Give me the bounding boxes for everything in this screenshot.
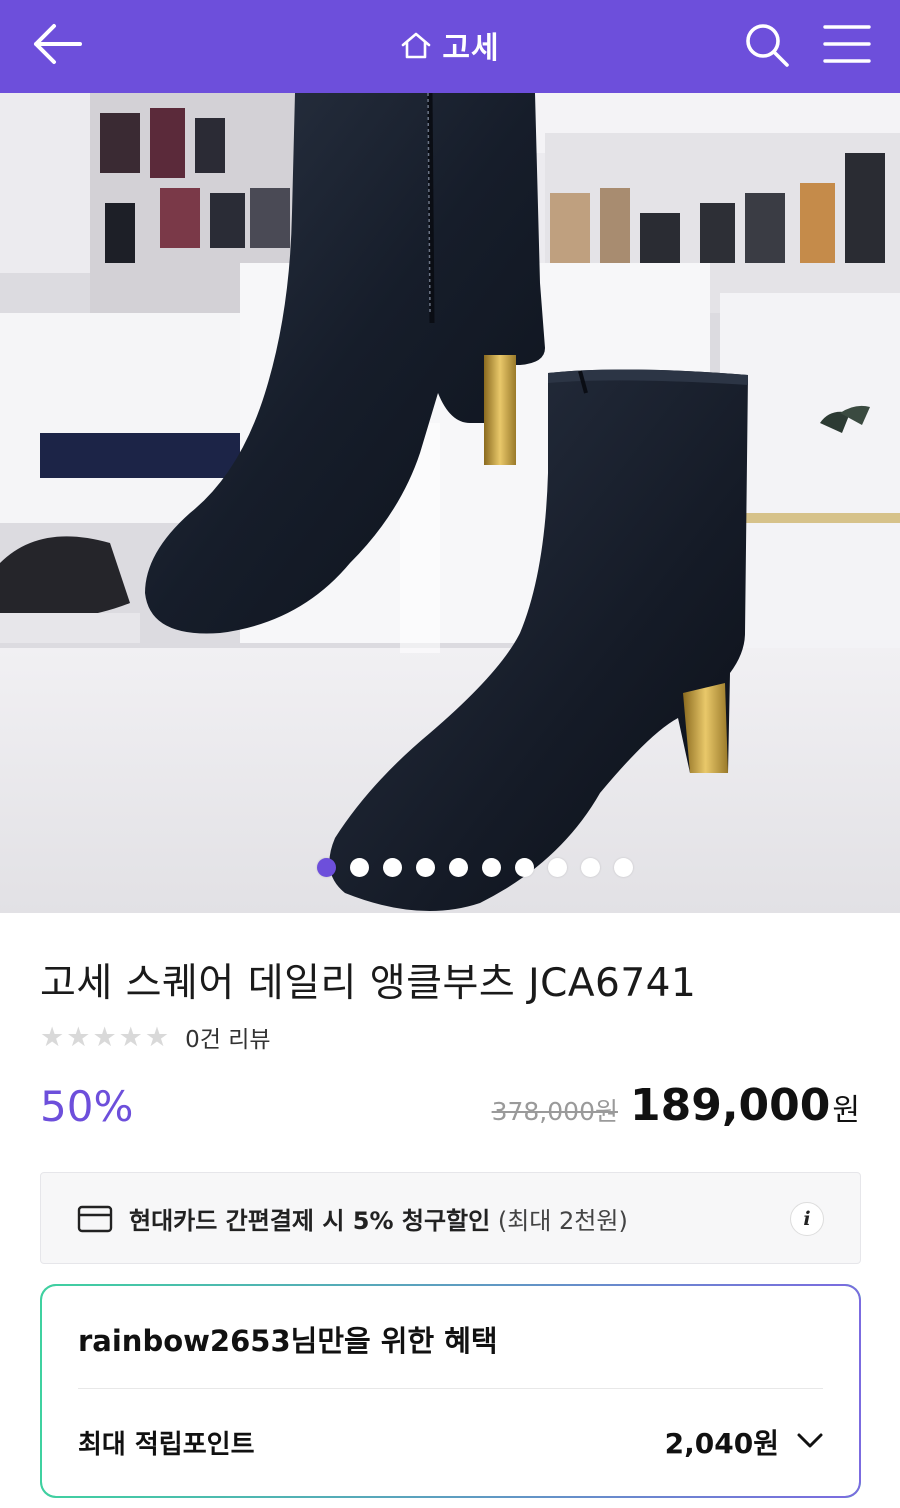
carousel-dot[interactable]	[515, 858, 534, 877]
sale-price: 189,000	[629, 1080, 831, 1131]
carousel-dot[interactable]	[350, 858, 369, 877]
carousel-dot[interactable]	[416, 858, 435, 877]
rating-row[interactable]: ★ ★ ★ ★ ★ 0건 리뷰	[40, 1020, 271, 1054]
card-discount-banner: 현대카드 간편결제 시 5% 청구할인 (최대 2천원) i	[40, 1172, 861, 1264]
top-app-bar: 고세	[0, 0, 900, 93]
page-title: 고세	[442, 31, 500, 66]
carousel-dot[interactable]	[449, 858, 468, 877]
card-discount-text: 현대카드 간편결제 시 5% 청구할인 (최대 2천원)	[129, 1201, 628, 1236]
star-icon: ★	[118, 1021, 143, 1053]
carousel-dot[interactable]	[317, 858, 336, 877]
hamburger-menu-icon	[823, 25, 871, 63]
card-discount-limit: (최대 2천원)	[497, 1207, 628, 1235]
price-block: 378,000원 189,000 원	[492, 1080, 860, 1131]
home-icon	[402, 32, 431, 59]
credit-card-icon	[77, 1205, 113, 1233]
original-price: 378,000원	[491, 1097, 618, 1126]
star-rating: ★ ★ ★ ★ ★	[40, 1024, 169, 1051]
carousel-dot[interactable]	[614, 858, 633, 877]
menu-button[interactable]	[822, 22, 872, 66]
search-button[interactable]	[742, 20, 792, 70]
carousel-dot[interactable]	[548, 858, 567, 877]
product-title: 고세 스퀘어 데일리 앵클부츠 JCA6741	[40, 961, 697, 1006]
points-label: 최대 적립포인트	[78, 1430, 255, 1460]
carousel-pagination	[0, 858, 900, 877]
sale-price-unit: 원	[832, 1093, 860, 1128]
carousel-dot[interactable]	[383, 858, 402, 877]
star-icon: ★	[66, 1021, 91, 1053]
points-value: 2,040원	[664, 1427, 779, 1460]
benefit-username: rainbow2653	[78, 1324, 291, 1358]
expand-points-button[interactable]	[795, 1428, 825, 1452]
carousel-dot[interactable]	[482, 858, 501, 877]
carousel-dot[interactable]	[581, 858, 600, 877]
star-icon: ★	[40, 1021, 65, 1053]
discount-rate: 50%	[40, 1082, 134, 1131]
star-icon: ★	[92, 1021, 117, 1053]
product-photo	[0, 93, 900, 913]
chevron-down-icon	[797, 1433, 823, 1448]
divider	[78, 1388, 823, 1389]
star-icon: ★	[144, 1021, 170, 1053]
member-benefit-box: rainbow2653님만을 위한 혜택 최대 적립포인트 2,040원	[40, 1284, 861, 1498]
benefit-title-suffix: 님만을 위한 혜택	[290, 1324, 498, 1358]
search-icon	[746, 24, 789, 67]
review-count[interactable]: 0건 리뷰	[185, 1020, 270, 1054]
product-image-carousel[interactable]	[0, 93, 900, 913]
benefit-title: rainbow2653님만을 위한 혜택	[78, 1318, 498, 1360]
card-discount-main: 현대카드 간편결제 시 5% 청구할인	[129, 1207, 491, 1235]
info-icon: i	[803, 1208, 811, 1230]
info-button[interactable]: i	[790, 1202, 824, 1236]
